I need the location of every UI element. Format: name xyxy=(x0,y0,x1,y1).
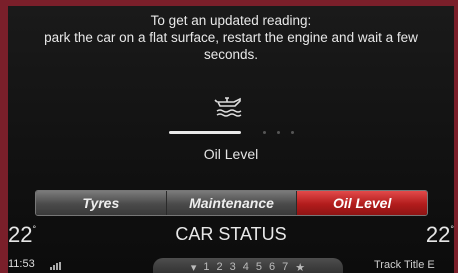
preset-item[interactable]: 2 xyxy=(217,261,223,273)
preset-item[interactable]: 4 xyxy=(243,261,249,273)
preset-item[interactable]: 5 xyxy=(256,261,262,273)
temperature-right-value: 22 xyxy=(425,222,451,247)
preset-item[interactable]: 1 xyxy=(203,261,209,273)
tab-oil-level[interactable]: Oil Level xyxy=(297,191,427,215)
display-screen: To get an updated reading: park the car … xyxy=(8,6,454,273)
favorite-star-icon[interactable]: ★ xyxy=(295,261,305,273)
degree-symbol: ° xyxy=(450,224,454,234)
preset-item[interactable]: 7 xyxy=(282,261,288,273)
oil-level-label: Oil Level xyxy=(203,146,259,162)
clock: 11:53 xyxy=(8,258,35,270)
oil-can-icon xyxy=(214,92,244,118)
gauge-dot xyxy=(277,131,280,134)
tab-bar: Tyres Maintenance Oil Level xyxy=(35,190,428,216)
instruction-line-2: park the car on a flat surface, restart … xyxy=(44,30,418,45)
track-title: Track Title E xyxy=(374,259,435,271)
temperature-right[interactable]: 22° xyxy=(426,222,454,248)
instruction-line-1: To get an updated reading: xyxy=(150,13,312,28)
oil-level-gauge-fill xyxy=(169,131,241,134)
tab-maintenance[interactable]: Maintenance xyxy=(166,191,298,215)
gauge-dot xyxy=(263,131,266,134)
instruction-message: To get an updated reading: park the car … xyxy=(8,12,454,63)
device-frame: To get an updated reading: park the car … xyxy=(0,0,458,273)
instruction-line-3: seconds. xyxy=(203,47,259,62)
oil-level-gauge xyxy=(169,130,299,136)
preset-item[interactable]: 6 xyxy=(269,261,275,273)
screen-title: CAR STATUS xyxy=(175,224,287,244)
gauge-dot xyxy=(291,131,294,134)
preset-item[interactable]: 3 xyxy=(230,261,236,273)
radio-preset-bar[interactable]: ▾ 1 2 3 4 5 6 7 ★ xyxy=(153,258,343,273)
tab-tyres[interactable]: Tyres xyxy=(36,191,167,215)
signal-strength-icon xyxy=(50,262,62,270)
preset-dropdown-icon[interactable]: ▾ xyxy=(191,261,197,273)
